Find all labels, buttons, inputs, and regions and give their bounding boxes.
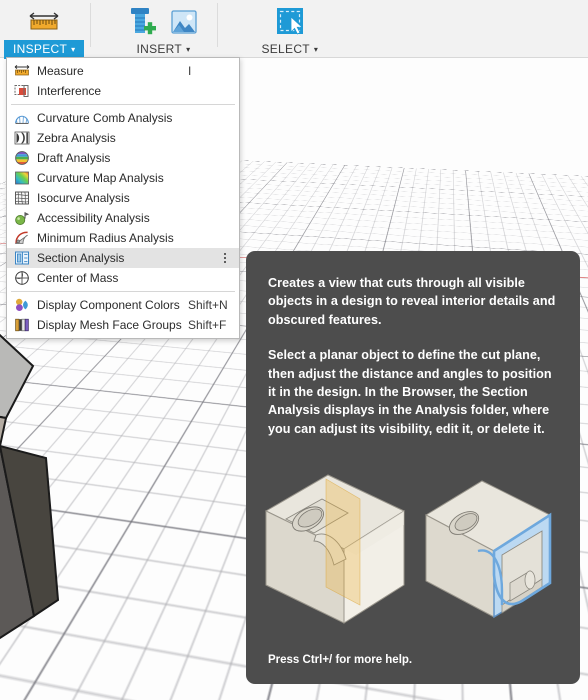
chevron-down-icon: ▾ — [313, 45, 319, 54]
top-toolbar: INSPECT ▾ INSERT ▾ SELECT ▾ — [0, 0, 588, 59]
zebra-analysis-icon — [14, 130, 30, 146]
toolbar-divider — [90, 3, 92, 47]
select-window-cursor-icon[interactable] — [271, 4, 309, 40]
select-menu-button[interactable]: SELECT ▾ — [252, 40, 327, 59]
menu-separator — [11, 104, 235, 105]
tooltip-paragraph-1: Creates a view that cuts through all vis… — [268, 276, 556, 327]
menu-item-shortcut: Shift+N — [188, 298, 228, 312]
tooltip-footer-hint: Press Ctrl+/ for more help. — [268, 654, 413, 666]
center-of-mass-icon — [14, 270, 30, 286]
minimum-radius-icon — [14, 230, 30, 246]
section-analysis-icon — [14, 250, 30, 266]
menu-item-label: Accessibility Analysis — [37, 211, 150, 225]
menu-item-accessibility-analysis[interactable]: Accessibility Analysis — [7, 208, 239, 228]
insert-label: INSERT — [136, 42, 183, 56]
menu-item-shortcut: I — [188, 64, 192, 78]
draft-analysis-icon — [14, 150, 30, 166]
menu-item-draft-analysis[interactable]: Draft Analysis — [7, 148, 239, 168]
menu-item-shortcut: Shift+F — [188, 318, 227, 332]
interference-icon — [14, 83, 30, 99]
toolbar-group-insert: INSERT ▾ — [115, 0, 211, 59]
menu-item-section-analysis[interactable]: Section Analysis — [7, 248, 239, 268]
inspect-label: INSPECT — [13, 42, 68, 56]
menu-item-label: Curvature Comb Analysis — [37, 111, 173, 125]
menu-item-isocurve-analysis[interactable]: Isocurve Analysis — [7, 188, 239, 208]
measure-ruler-icon[interactable] — [25, 4, 63, 40]
menu-item-measure[interactable]: Measure I — [7, 61, 239, 81]
curvature-map-icon — [14, 170, 30, 186]
mesh-face-groups-icon — [14, 317, 30, 333]
toolbar-divider — [217, 3, 219, 47]
curvature-comb-icon — [14, 110, 30, 126]
menu-item-label: Curvature Map Analysis — [37, 171, 164, 185]
select-label: SELECT — [261, 42, 310, 56]
tooltip-figures — [264, 455, 558, 654]
menu-item-label: Measure — [37, 64, 84, 78]
menu-item-center-of-mass[interactable]: Center of Mass — [7, 268, 239, 288]
accessibility-icon — [14, 210, 30, 226]
toolbar-group-inspect: INSPECT ▾ — [4, 0, 85, 59]
menu-item-minimum-radius-analysis[interactable]: Minimum Radius Analysis — [7, 228, 239, 248]
menu-item-label: Section Analysis — [37, 251, 125, 265]
inspect-dropdown-menu[interactable]: Measure I Interference Curvature Comb Analy… — [6, 57, 240, 339]
menu-item-label: Draft Analysis — [37, 151, 111, 165]
section-plane-preview-figure — [256, 455, 412, 643]
menu-item-label: Isocurve Analysis — [37, 191, 130, 205]
command-tooltip-panel: Creates a view that cuts through all vis… — [246, 251, 580, 684]
chevron-down-icon: ▾ — [186, 45, 191, 54]
menu-item-display-component-colors[interactable]: Display Component Colors Shift+N — [7, 295, 239, 315]
menu-item-curvature-map-analysis[interactable]: Curvature Map Analysis — [7, 168, 239, 188]
menu-item-label: Minimum Radius Analysis — [37, 231, 174, 245]
application-window: INSPECT ▾ INSERT ▾ SELECT ▾ Measure I In… — [0, 0, 588, 700]
dark-faceted-solid[interactable] — [0, 326, 98, 686]
menu-item-interference[interactable]: Interference — [7, 81, 239, 101]
menu-item-display-mesh-face-groups[interactable]: Display Mesh Face Groups Shift+F — [7, 315, 239, 335]
menu-item-curvature-comb-analysis[interactable]: Curvature Comb Analysis — [7, 108, 239, 128]
toolbar-group-select: SELECT ▾ — [252, 0, 327, 59]
insert-mcmaster-bolt-icon[interactable] — [123, 4, 161, 40]
tooltip-paragraph-2: Select a planar object to define the cut… — [268, 348, 552, 436]
chevron-down-icon: ▾ — [71, 45, 76, 54]
menu-item-label: Zebra Analysis — [37, 131, 116, 145]
insert-canvas-image-icon[interactable] — [165, 4, 203, 40]
menu-item-zebra-analysis[interactable]: Zebra Analysis — [7, 128, 239, 148]
measure-ruler-icon — [14, 63, 30, 79]
menu-item-label: Center of Mass — [37, 271, 119, 285]
isocurve-analysis-icon — [14, 190, 30, 206]
component-colors-icon — [14, 297, 30, 313]
section-result-figure — [418, 455, 570, 643]
menu-separator — [11, 291, 235, 292]
menu-item-label: Interference — [37, 84, 102, 98]
menu-item-overflow-icon[interactable] — [219, 253, 231, 263]
